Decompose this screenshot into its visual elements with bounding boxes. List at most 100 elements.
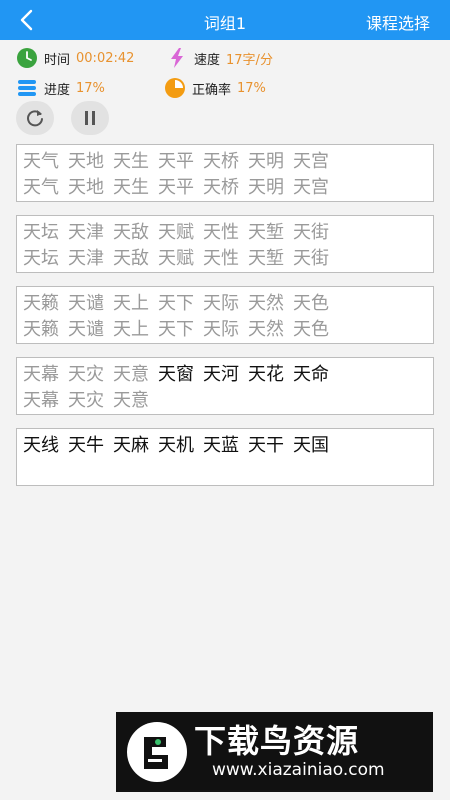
target-word: 天堑: [248, 222, 284, 243]
typed-word: 天宫: [293, 177, 329, 198]
accuracy-label: 正确率: [192, 82, 232, 98]
target-word: 天坛: [23, 222, 59, 243]
pause-button[interactable]: [71, 101, 109, 135]
bird-logo-icon: [127, 722, 187, 782]
typed-text-line[interactable]: 天籁 天谴 天上 天下 天际 天然 天色: [23, 317, 427, 343]
typed-text-line[interactable]: [23, 459, 427, 485]
target-word: 天赋: [158, 222, 194, 243]
target-text-line: 天幕 天灾 天意 天窗 天河 天花 天命: [23, 362, 427, 388]
target-word: 天蓝: [203, 435, 239, 456]
typed-word: 天籁: [23, 319, 59, 340]
list-icon: [16, 77, 38, 99]
typed-text-line[interactable]: 天坛 天津 天敌 天赋 天性 天堑 天街: [23, 246, 427, 272]
pause-icon: [85, 111, 95, 125]
target-word: 天幕: [23, 364, 59, 385]
typed-text-line[interactable]: 天气 天地 天生 天平 天桥 天明 天宫: [23, 175, 427, 201]
watermark-url: www.xiazainiao.com: [212, 760, 385, 780]
target-word: 天津: [68, 222, 104, 243]
typed-word: 天性: [203, 248, 239, 269]
typed-word: 天生: [113, 177, 149, 198]
typed-word: 天地: [68, 177, 104, 198]
target-word: 天上: [113, 293, 149, 314]
course-select-button[interactable]: 课程选择: [366, 10, 430, 34]
target-word: 天地: [68, 151, 104, 172]
target-word: 天麻: [113, 435, 149, 456]
target-word: 天气: [23, 151, 59, 172]
target-word: 天机: [158, 435, 194, 456]
practice-box[interactable]: 天幕 天灾 天意 天窗 天河 天花 天命 天幕 天灾 天意: [16, 357, 434, 415]
typed-text-line[interactable]: 天幕 天灾 天意: [23, 388, 427, 414]
typed-word: 天色: [293, 319, 329, 340]
target-text-line: 天线 天牛 天麻 天机 天蓝 天干 天国: [23, 433, 427, 459]
progress-label: 进度: [44, 82, 71, 98]
target-word: 天干: [248, 435, 284, 456]
progress-stat: 进度 17%: [16, 76, 105, 100]
pie-chart-icon: [164, 77, 186, 99]
speed-stat: 速度 17字/分: [166, 46, 273, 70]
target-word: 天花: [248, 364, 284, 385]
typed-word: 天然: [248, 319, 284, 340]
target-word: 天明: [248, 151, 284, 172]
target-word: 天灾: [68, 364, 104, 385]
typed-word: 天上: [113, 319, 149, 340]
practice-box[interactable]: 天气 天地 天生 天平 天桥 天明 天宫 天气 天地 天生 天平 天桥 天明 天宫: [16, 144, 434, 202]
target-word: 天敌: [113, 222, 149, 243]
target-word: 天意: [113, 364, 149, 385]
target-word: 天然: [248, 293, 284, 314]
typed-word: 天下: [158, 319, 194, 340]
typed-word: 天幕: [23, 390, 59, 411]
typed-word: 天明: [248, 177, 284, 198]
typed-word: 天桥: [203, 177, 239, 198]
accuracy-value: 17%: [237, 80, 266, 96]
speed-value: 17字/分: [226, 52, 273, 68]
typed-word: 天敌: [113, 248, 149, 269]
target-text-line: 天籁 天谴 天上 天下 天际 天然 天色: [23, 291, 427, 317]
clock-icon: [16, 47, 38, 69]
lightning-icon: [166, 47, 188, 69]
target-word: 天桥: [203, 151, 239, 172]
typed-word: 天街: [293, 248, 329, 269]
typed-word: 天津: [68, 248, 104, 269]
typed-word: 天灾: [68, 390, 104, 411]
typed-word: 天气: [23, 177, 59, 198]
target-word: 天生: [113, 151, 149, 172]
progress-value: 17%: [76, 80, 105, 96]
typed-word: 天堑: [248, 248, 284, 269]
target-text-line: 天坛 天津 天敌 天赋 天性 天堑 天街: [23, 220, 427, 246]
target-word: 天下: [158, 293, 194, 314]
time-value: 00:02:42: [76, 50, 135, 66]
target-word: 天色: [293, 293, 329, 314]
typed-word: 天赋: [158, 248, 194, 269]
target-word: 天河: [203, 364, 239, 385]
refresh-icon: [27, 110, 43, 127]
target-word: 天性: [203, 222, 239, 243]
typed-word: 天平: [158, 177, 194, 198]
target-text-line: 天气 天地 天生 天平 天桥 天明 天宫: [23, 149, 427, 175]
restart-button[interactable]: [16, 101, 54, 135]
typed-word: 天意: [113, 390, 149, 411]
target-word: 天谴: [68, 293, 104, 314]
practice-box[interactable]: 天籁 天谴 天上 天下 天际 天然 天色 天籁 天谴 天上 天下 天际 天然 天色: [16, 286, 434, 344]
target-word: 天平: [158, 151, 194, 172]
time-stat: 时间 00:02:42: [16, 46, 134, 70]
typed-word: 天谴: [68, 319, 104, 340]
target-word: 天窗: [158, 364, 194, 385]
target-word: 天线: [23, 435, 59, 456]
target-word: 天街: [293, 222, 329, 243]
watermark-banner: 下载鸟资源 www.xiazainiao.com: [116, 712, 433, 792]
time-label: 时间: [44, 52, 71, 68]
target-word: 天牛: [68, 435, 104, 456]
practice-box[interactable]: 天线 天牛 天麻 天机 天蓝 天干 天国: [16, 428, 434, 486]
target-word: 天际: [203, 293, 239, 314]
accuracy-stat: 正确率 17%: [164, 76, 266, 100]
target-word: 天国: [293, 435, 329, 456]
top-app-bar: 词组1 课程选择: [0, 0, 450, 40]
target-word: 天宫: [293, 151, 329, 172]
target-word: 天命: [293, 364, 329, 385]
typed-word: 天坛: [23, 248, 59, 269]
target-word: 天籁: [23, 293, 59, 314]
typed-word: 天际: [203, 319, 239, 340]
watermark-title: 下载鸟资源: [194, 722, 360, 760]
speed-label: 速度: [194, 52, 221, 68]
practice-box[interactable]: 天坛 天津 天敌 天赋 天性 天堑 天街 天坛 天津 天敌 天赋 天性 天堑 天街: [16, 215, 434, 273]
